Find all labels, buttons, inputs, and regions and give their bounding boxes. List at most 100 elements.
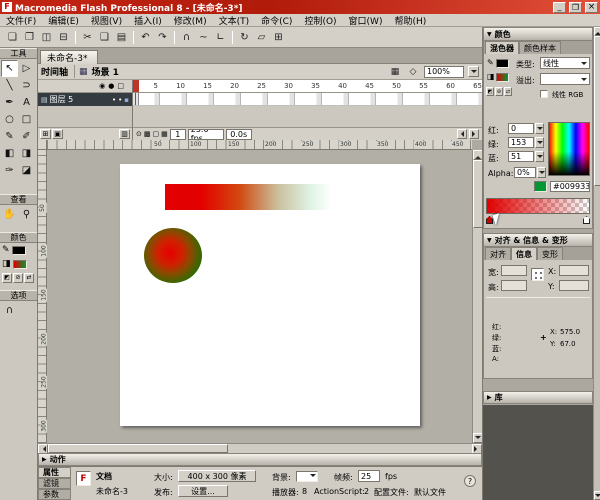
- outline-all-layers-icon[interactable]: □: [117, 82, 124, 90]
- keyframe-cell[interactable]: [133, 93, 139, 105]
- horizontal-scrollbar[interactable]: [38, 443, 482, 453]
- brush-tool[interactable]: ✐: [18, 128, 35, 145]
- gradient-stop-right[interactable]: [583, 216, 590, 224]
- show-hide-all-layers-icon[interactable]: ◉: [99, 82, 105, 90]
- edit-scene-button[interactable]: ▦: [388, 65, 402, 78]
- menu-edit[interactable]: 编辑(E): [42, 14, 85, 27]
- document-tab[interactable]: 未命名-3*: [40, 50, 98, 64]
- tab-color-mixer[interactable]: 混色器: [485, 41, 519, 54]
- save-button[interactable]: ◫: [38, 29, 55, 45]
- pen-tool[interactable]: ✒: [1, 94, 18, 111]
- alpha-stepper[interactable]: [537, 167, 546, 178]
- green-stepper[interactable]: [535, 137, 544, 148]
- gradient-preview-bar[interactable]: [486, 198, 590, 214]
- menu-file[interactable]: 文件(F): [0, 14, 42, 27]
- text-tool[interactable]: A: [18, 94, 35, 111]
- elapsed-time-field[interactable]: 0.0s: [226, 129, 252, 140]
- onion-skin-outline-button[interactable]: ▢: [153, 130, 160, 138]
- layer-row[interactable]: ▤ 图层 5 • • ▪: [38, 93, 132, 106]
- straighten-button[interactable]: ∟: [212, 29, 229, 45]
- default-colors-button[interactable]: ◩: [486, 87, 494, 96]
- tab-filters[interactable]: 滤镜: [38, 478, 71, 489]
- open-button[interactable]: ❐: [21, 29, 38, 45]
- paste-button[interactable]: ▤: [113, 29, 130, 45]
- timeline-scroll-right-button[interactable]: [469, 129, 479, 139]
- y-field[interactable]: [559, 280, 589, 291]
- help-button[interactable]: ?: [464, 475, 476, 487]
- scene-label[interactable]: 场景 1: [92, 65, 119, 78]
- default-colors-button[interactable]: ◩: [2, 273, 12, 283]
- playhead[interactable]: [133, 80, 139, 92]
- tab-properties[interactable]: 属性: [38, 467, 71, 478]
- edit-symbol-button[interactable]: ◇: [406, 65, 420, 78]
- height-field[interactable]: [501, 280, 527, 291]
- print-button[interactable]: ⊟: [55, 29, 72, 45]
- no-color-button[interactable]: ⊘: [495, 87, 503, 96]
- hand-tool[interactable]: ✋: [1, 206, 18, 223]
- current-frame-field[interactable]: 1: [170, 129, 186, 140]
- dock-scroll-up-button[interactable]: [594, 27, 600, 36]
- lock-all-layers-icon[interactable]: ●: [108, 82, 114, 90]
- smooth-button[interactable]: ∼: [195, 29, 212, 45]
- publish-settings-button[interactable]: 设置...: [178, 485, 228, 497]
- green-field[interactable]: 153: [508, 137, 534, 148]
- linear-rgb-checkbox[interactable]: [540, 90, 548, 98]
- menu-help[interactable]: 帮助(H): [388, 14, 432, 27]
- tab-color-swatches[interactable]: 颜色样本: [519, 41, 561, 54]
- edit-multiple-frames-button[interactable]: ▦: [161, 130, 168, 138]
- tab-align[interactable]: 对齐: [485, 247, 511, 260]
- oval-tool[interactable]: ○: [1, 111, 18, 128]
- swap-colors-button[interactable]: ⇄: [24, 273, 34, 283]
- fill-color-swatch[interactable]: [496, 73, 509, 82]
- delete-layer-button[interactable]: ▥: [119, 129, 130, 139]
- stroke-color-swatch[interactable]: [12, 246, 26, 255]
- width-field[interactable]: [501, 265, 527, 276]
- dock-scroll-down-button[interactable]: [594, 491, 600, 500]
- actions-panel-header[interactable]: ▶ 动作: [38, 453, 482, 466]
- red-field[interactable]: 0: [508, 123, 534, 134]
- overflow-select[interactable]: [540, 73, 590, 85]
- fill-color-swatch[interactable]: [13, 260, 27, 269]
- horizontal-scroll-thumb[interactable]: [48, 444, 228, 453]
- timeline-panel-toggle[interactable]: 时间轴: [41, 65, 75, 78]
- fill-color-control[interactable]: ◨: [0, 257, 37, 271]
- rectangle-tool[interactable]: □: [18, 111, 35, 128]
- gradient-stop-left[interactable]: [486, 216, 493, 224]
- vertical-scrollbar[interactable]: [472, 150, 482, 443]
- layer-lock-dot[interactable]: •: [118, 96, 122, 104]
- stage-canvas[interactable]: [120, 164, 420, 426]
- library-panel-header[interactable]: ▶ 库: [483, 391, 593, 404]
- x-field[interactable]: [559, 265, 589, 276]
- menu-control[interactable]: 控制(O): [298, 14, 342, 27]
- snap-button[interactable]: ∩: [178, 29, 195, 45]
- layer-outline-color-swatch[interactable]: ▪: [124, 96, 129, 104]
- onion-skin-button[interactable]: ▩: [144, 130, 151, 138]
- info-panel-header[interactable]: ▼ 对齐 & 信息 & 变形: [484, 234, 592, 247]
- layer-visibility-dot[interactable]: •: [112, 96, 116, 104]
- menu-window[interactable]: 窗口(W): [343, 14, 389, 27]
- maximize-button[interactable]: ❐: [569, 2, 582, 13]
- gradient-rectangle-shape[interactable]: [165, 184, 331, 210]
- framerate-field[interactable]: 25: [358, 470, 380, 482]
- layer-name[interactable]: 图层 5: [50, 94, 110, 105]
- size-button[interactable]: 400 x 300 像素: [178, 470, 256, 482]
- timeline-scroll-left-button[interactable]: [457, 129, 467, 139]
- stroke-color-control[interactable]: ✎: [0, 243, 37, 257]
- menu-view[interactable]: 视图(V): [85, 14, 128, 27]
- gradient-ellipse-shape[interactable]: [144, 228, 202, 283]
- rotate-button[interactable]: ↻: [236, 29, 253, 45]
- tab-transform[interactable]: 变形: [537, 247, 563, 260]
- blue-field[interactable]: 51: [508, 151, 534, 162]
- no-color-button[interactable]: ⊘: [13, 273, 23, 283]
- red-stepper[interactable]: [535, 123, 544, 134]
- scale-button[interactable]: ▱: [253, 29, 270, 45]
- subselection-tool[interactable]: ▷: [18, 60, 35, 77]
- menu-insert[interactable]: 插入(I): [128, 14, 168, 27]
- minimize-button[interactable]: _: [553, 2, 566, 13]
- gradient-type-select[interactable]: 线性: [540, 57, 590, 69]
- lasso-tool[interactable]: ⊃: [18, 77, 35, 94]
- selection-tool[interactable]: ↖: [1, 60, 18, 77]
- redo-button[interactable]: ↷: [154, 29, 171, 45]
- frame-rate-field[interactable]: 25.0 fps: [188, 129, 224, 140]
- undo-button[interactable]: ↶: [137, 29, 154, 45]
